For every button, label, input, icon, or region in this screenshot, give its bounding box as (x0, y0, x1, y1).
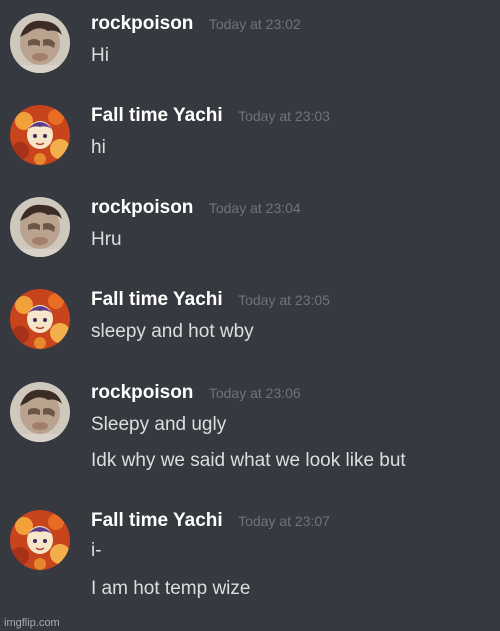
message-header: rockpoison Today at 23:04 (91, 197, 301, 223)
message-header: Fall time Yachi Today at 23:03 (91, 105, 330, 131)
username[interactable]: Fall time Yachi (91, 105, 223, 126)
username[interactable]: Fall time Yachi (91, 510, 223, 531)
imgflip-watermark: imgflip.com (4, 617, 60, 629)
username[interactable]: rockpoison (91, 382, 193, 403)
message-text: sleepy and hot wby (91, 321, 254, 342)
rockpoison-avatar[interactable] (10, 197, 70, 257)
fall-time-yachi-avatar[interactable] (10, 510, 70, 570)
message-text: i- (91, 540, 102, 561)
message-text: hi (91, 137, 106, 158)
username[interactable]: rockpoison (91, 13, 193, 34)
timestamp: Today at 23:03 (238, 108, 330, 124)
timestamp: Today at 23:02 (208, 16, 301, 32)
timestamp: Today at 23:04 (208, 200, 301, 216)
message-header: rockpoison Today at 23:02 (91, 13, 301, 39)
message-header: rockpoison Today at 23:06 (91, 382, 301, 408)
message-text: I am hot temp wize (91, 578, 251, 599)
message-text: Hru (91, 229, 122, 250)
rockpoison-avatar[interactable] (10, 382, 70, 442)
message-header: Fall time Yachi Today at 23:05 (91, 289, 330, 315)
timestamp: Today at 23:05 (238, 292, 330, 308)
message-text: Idk why we said what we look like but (91, 450, 406, 471)
timestamp: Today at 23:07 (238, 513, 330, 529)
chat-log: rockpoison Today at 23:02 Hi Fall time Y… (0, 0, 500, 631)
message-text: Sleepy and ugly (91, 414, 227, 435)
username[interactable]: Fall time Yachi (91, 289, 223, 310)
message-text: Hi (91, 45, 109, 66)
fall-time-yachi-avatar[interactable] (10, 105, 70, 165)
fall-time-yachi-avatar[interactable] (10, 289, 70, 349)
username[interactable]: rockpoison (91, 197, 193, 218)
timestamp: Today at 23:06 (208, 385, 301, 401)
rockpoison-avatar[interactable] (10, 13, 70, 73)
message-header: Fall time Yachi Today at 23:07 (91, 510, 330, 536)
